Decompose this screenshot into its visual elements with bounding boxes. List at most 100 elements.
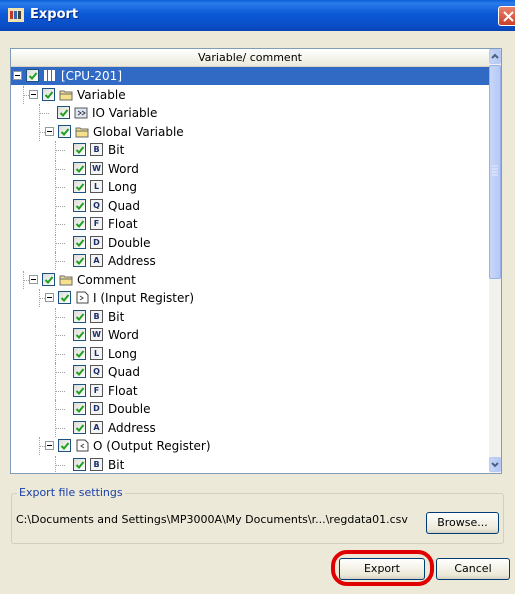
- cancel-button[interactable]: Cancel: [436, 558, 510, 580]
- tree-item-label: Quad: [108, 198, 141, 213]
- vertical-scrollbar[interactable]: [489, 49, 501, 473]
- tree-item-label: Float: [108, 217, 138, 231]
- tree-item-label: Bit: [108, 457, 125, 472]
- item-checkbox[interactable]: [73, 143, 86, 156]
- tree-row[interactable]: F Float: [11, 215, 489, 233]
- item-checkbox[interactable]: [58, 439, 71, 452]
- tree-connector: [55, 363, 56, 381]
- tree-row[interactable]: B Bit: [11, 455, 489, 473]
- tree-row[interactable]: Comment: [11, 270, 489, 289]
- item-checkbox[interactable]: [73, 198, 86, 212]
- tree-connector: [55, 242, 65, 244]
- variable-tree[interactable]: Variable/ comment [CPU-201] Variable IO Va…: [10, 48, 502, 474]
- tree-row[interactable]: IO Variable: [11, 104, 489, 122]
- item-checkbox[interactable]: [73, 235, 86, 249]
- tree-row[interactable]: I (Input Register): [11, 289, 489, 307]
- tree-connector: [55, 455, 56, 473]
- item-checkbox[interactable]: [73, 346, 86, 360]
- tree-row[interactable]: Q Quad: [11, 363, 489, 381]
- tree-item-label: Bit: [108, 309, 125, 324]
- tree-row[interactable]: B Bit: [11, 141, 489, 159]
- type-w-icon: W: [90, 161, 103, 175]
- tree-connector: [55, 344, 56, 363]
- tree-connector: [23, 270, 24, 289]
- tree-row[interactable]: L Long: [11, 178, 489, 196]
- item-checkbox[interactable]: [73, 402, 86, 415]
- item-checkbox[interactable]: [58, 291, 71, 304]
- tree-connector: [55, 390, 65, 392]
- item-checkbox[interactable]: [73, 254, 86, 267]
- item-checkbox[interactable]: [73, 457, 86, 471]
- check-icon: [75, 405, 85, 413]
- tree-connector: [55, 464, 65, 466]
- collapse-toggle[interactable]: [13, 71, 22, 80]
- tree-row[interactable]: A Address: [11, 252, 489, 270]
- scroll-up-button[interactable]: [489, 49, 501, 64]
- export-settings-label: Export file settings: [17, 486, 125, 499]
- scroll-thumb[interactable]: [489, 65, 501, 279]
- item-checkbox[interactable]: [73, 383, 86, 397]
- scroll-down-button[interactable]: [489, 457, 501, 472]
- collapse-toggle[interactable]: [45, 293, 54, 302]
- tree-connector: [55, 252, 56, 270]
- window-title: Export: [30, 7, 79, 22]
- item-checkbox[interactable]: [42, 87, 55, 101]
- item-checkbox[interactable]: [58, 124, 71, 138]
- column-header[interactable]: Variable/ comment: [11, 49, 489, 67]
- tree-row[interactable]: W Word: [11, 326, 489, 344]
- check-icon: [75, 146, 85, 154]
- type-f-icon: F: [90, 383, 103, 397]
- tree-row[interactable]: D Double: [11, 400, 489, 418]
- tree-item-label: I (Input Register): [93, 291, 195, 305]
- item-checkbox[interactable]: [73, 328, 86, 341]
- tree-row[interactable]: B Bit: [11, 307, 489, 326]
- check-icon: [75, 201, 85, 210]
- tree-connector: [55, 381, 56, 400]
- title-bar[interactable]: Export: [0, 0, 515, 31]
- tree-row[interactable]: A Address: [11, 418, 489, 437]
- tree-item-label: Variable: [77, 87, 126, 102]
- check-icon: [75, 164, 85, 173]
- item-checkbox[interactable]: [42, 272, 55, 286]
- tree-row[interactable]: F Float: [11, 381, 489, 400]
- item-checkbox[interactable]: [73, 420, 86, 434]
- tree-connector: [55, 187, 65, 188]
- tree-connector: [55, 150, 65, 151]
- tree-connector: [55, 261, 65, 262]
- tree-row[interactable]: [CPU-201]: [11, 67, 489, 85]
- tree-connector: [55, 196, 56, 215]
- tree-item-label: [CPU-201]: [61, 69, 122, 83]
- tree-row[interactable]: Q Quad: [11, 196, 489, 215]
- tree-item-label: IO Variable: [92, 106, 158, 120]
- item-checkbox[interactable]: [57, 106, 70, 119]
- collapse-toggle[interactable]: [45, 441, 54, 450]
- tree-connector: [55, 224, 65, 225]
- output-register-icon: [76, 439, 89, 452]
- item-checkbox[interactable]: [73, 217, 86, 230]
- close-button[interactable]: [498, 6, 515, 26]
- tree-row[interactable]: Global Variable: [11, 122, 489, 141]
- export-dialog: Export Variable/ comment [CPU-201] Variab…: [0, 0, 515, 594]
- item-checkbox[interactable]: [73, 180, 86, 193]
- tree-row[interactable]: W Word: [11, 159, 489, 178]
- item-checkbox[interactable]: [73, 365, 86, 378]
- item-checkbox[interactable]: [26, 69, 39, 82]
- collapse-toggle[interactable]: [29, 274, 38, 284]
- tree-row[interactable]: O (Output Register): [11, 437, 489, 455]
- tree-item-label: Double: [108, 235, 151, 250]
- tree-connector: [39, 104, 40, 122]
- collapse-toggle[interactable]: [29, 89, 38, 99]
- tree-item-label: Address: [108, 420, 156, 435]
- check-icon: [75, 460, 85, 469]
- item-checkbox[interactable]: [73, 309, 86, 323]
- item-checkbox[interactable]: [73, 161, 86, 175]
- check-icon: [44, 275, 54, 284]
- tree-row[interactable]: D Double: [11, 233, 489, 252]
- browse-button[interactable]: Browse...: [426, 512, 499, 534]
- collapse-toggle[interactable]: [45, 126, 54, 136]
- tree-item-label: Word: [108, 161, 139, 176]
- tree-row[interactable]: L Long: [11, 344, 489, 363]
- type-q-icon: Q: [90, 365, 103, 378]
- tree-row[interactable]: Variable: [11, 85, 489, 104]
- folder-icon: [59, 275, 73, 285]
